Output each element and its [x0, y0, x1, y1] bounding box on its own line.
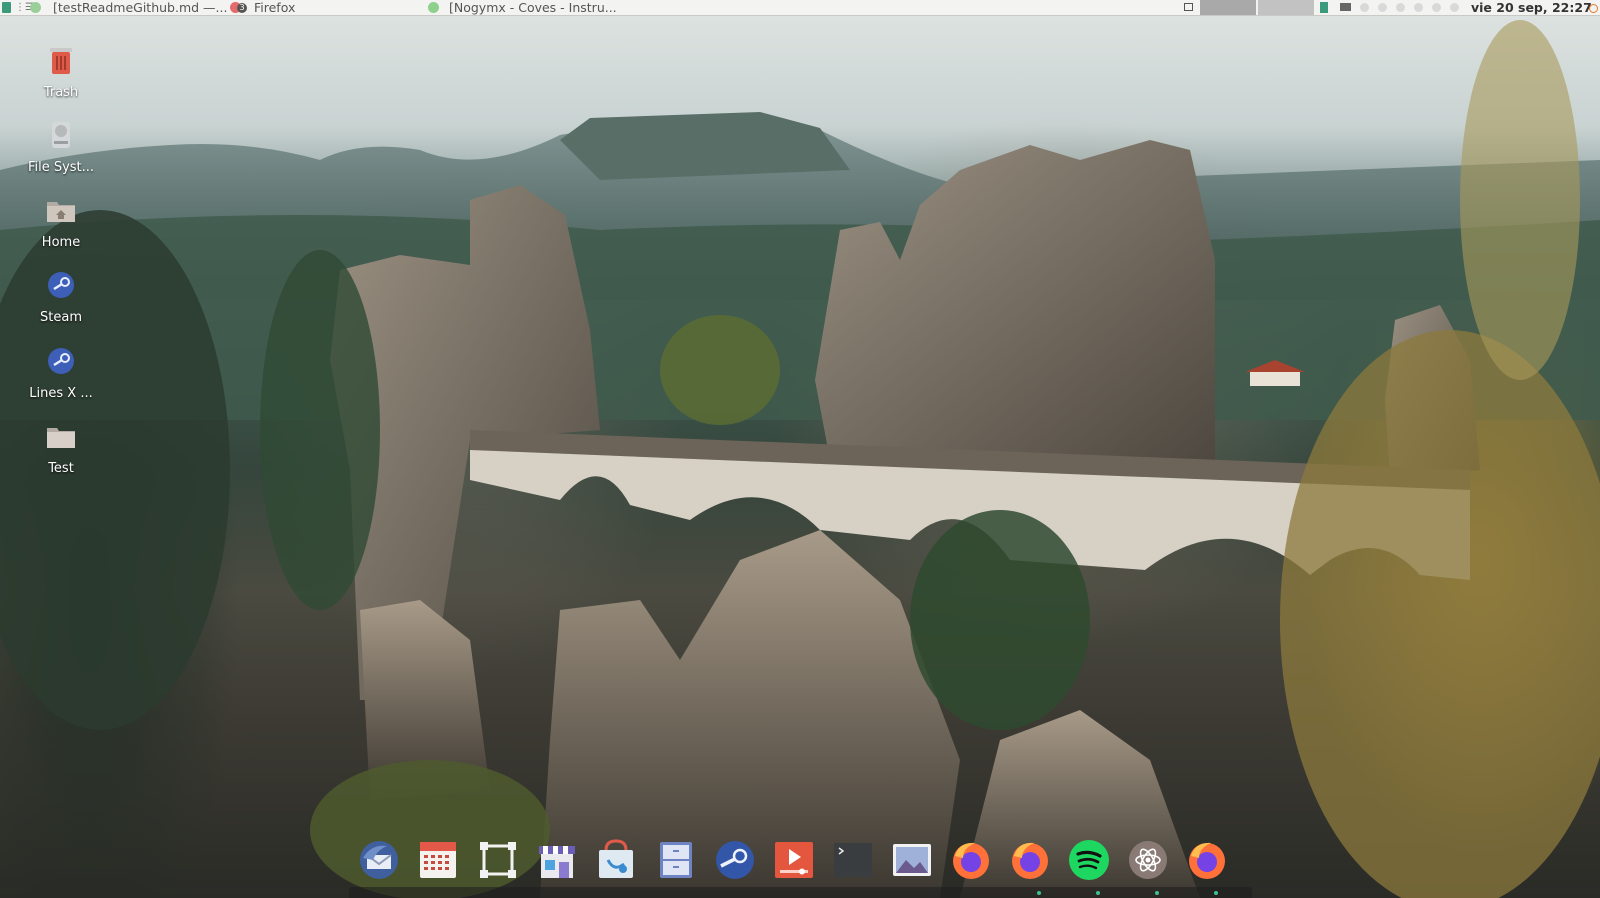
firefox-icon — [1189, 842, 1225, 879]
clock[interactable]: vie 20 sep, 22:27 — [1471, 0, 1593, 15]
dock-shelf — [349, 887, 1252, 898]
wifi-icon[interactable] — [1396, 3, 1405, 12]
dock-item-video-player[interactable] — [772, 838, 816, 882]
terminal-icon — [834, 843, 872, 877]
dock-item-screenshot[interactable] — [476, 838, 520, 882]
desktop-icon-label: Trash — [43, 85, 79, 100]
taskbar-window-firefox[interactable]: 3 Firefox — [230, 0, 320, 15]
spotify-icon — [428, 2, 439, 13]
window-title: [Nogymx - Coves - Instru... — [448, 0, 617, 15]
desktop-icon-home[interactable]: Home — [21, 194, 101, 250]
steam-game-icon — [46, 345, 76, 377]
window-title: Firefox — [253, 0, 296, 15]
window-count-badge: 3 — [237, 3, 247, 13]
wallpaper — [0, 20, 1600, 898]
desktop-icon-steam[interactable]: Steam — [21, 269, 101, 325]
calendar-icon — [420, 842, 456, 878]
firefox-icon — [953, 842, 989, 879]
dock-item-firefox-2[interactable] — [1008, 838, 1052, 882]
store-icon — [539, 846, 575, 878]
desktop-icon-label: Lines X ... — [29, 386, 93, 401]
steam-icon — [716, 841, 754, 879]
dock-item-image-viewer[interactable] — [890, 838, 934, 882]
dock-item-store[interactable] — [535, 838, 579, 882]
desktop-icon-lines-x[interactable]: Lines X ... — [21, 345, 101, 401]
text-editor-icon — [30, 2, 41, 13]
power-icon[interactable] — [1589, 4, 1598, 13]
file-manager-icon — [660, 842, 692, 878]
dock-item-spotify[interactable] — [1067, 838, 1111, 882]
folder-icon — [46, 420, 76, 452]
running-indicator — [1037, 891, 1041, 895]
desktop-icon-trash[interactable]: Trash — [21, 44, 101, 100]
dock-item-settings[interactable] — [1126, 838, 1170, 882]
image-viewer-icon — [893, 844, 931, 876]
settings-tray-icon[interactable] — [1414, 3, 1423, 12]
window-title: [testReadmeGithub.md —... — [52, 0, 228, 15]
home-folder-icon — [46, 194, 76, 226]
trash-icon — [46, 44, 76, 76]
screenshot-icon — [480, 842, 516, 878]
workspace-1[interactable] — [1200, 0, 1256, 15]
dock-item-firefox-3[interactable] — [1185, 838, 1229, 882]
desktop-icon-test[interactable]: Test — [21, 420, 101, 476]
dock — [350, 838, 1250, 884]
firefox-icon — [1012, 842, 1048, 879]
dock-item-terminal[interactable] — [831, 838, 875, 882]
notifications-icon[interactable] — [1450, 3, 1459, 12]
steam-icon — [46, 269, 76, 301]
dock-item-package[interactable] — [594, 838, 638, 882]
app-menu-icon[interactable] — [2, 2, 11, 13]
top-panel: ⋮☰ [testReadmeGithub.md —... 3 Firefox [… — [0, 0, 1600, 16]
video-player-icon — [775, 842, 813, 878]
atom-settings-icon — [1129, 841, 1167, 879]
desktop-icon-label: File Syst... — [27, 160, 95, 175]
desktop-icon-label: Steam — [40, 310, 82, 325]
dock-item-firefox-1[interactable] — [949, 838, 993, 882]
running-indicator — [1096, 891, 1100, 895]
package-icon — [599, 839, 633, 878]
taskbar-window-spotify[interactable]: [Nogymx - Coves - Instru... — [428, 0, 628, 15]
app-indicator-icon[interactable] — [1320, 2, 1328, 13]
dock-item-files[interactable] — [654, 838, 698, 882]
drive-icon — [46, 119, 76, 151]
show-desktop-icon[interactable] — [1184, 3, 1193, 11]
desktop-icon-label: Home — [41, 235, 81, 250]
dock-item-calendar[interactable] — [416, 838, 460, 882]
dock-item-steam[interactable] — [713, 838, 757, 882]
dock-item-mail[interactable] — [357, 838, 401, 882]
bluetooth-icon[interactable] — [1432, 3, 1441, 12]
window-indicator-icon[interactable] — [1340, 3, 1351, 11]
workspace-2[interactable] — [1258, 0, 1314, 15]
taskbar-window-text-editor[interactable]: [testReadmeGithub.md —... — [30, 0, 230, 15]
running-indicator — [1155, 891, 1159, 895]
desktop-icon-filesystem[interactable]: File Syst... — [21, 119, 101, 175]
desktop-icon-label: Test — [48, 461, 74, 476]
mail-client-icon — [360, 841, 398, 879]
spotify-icon — [1069, 840, 1109, 880]
running-indicator — [1214, 891, 1218, 895]
network-icon[interactable] — [1360, 3, 1369, 12]
volume-icon[interactable] — [1378, 3, 1387, 12]
